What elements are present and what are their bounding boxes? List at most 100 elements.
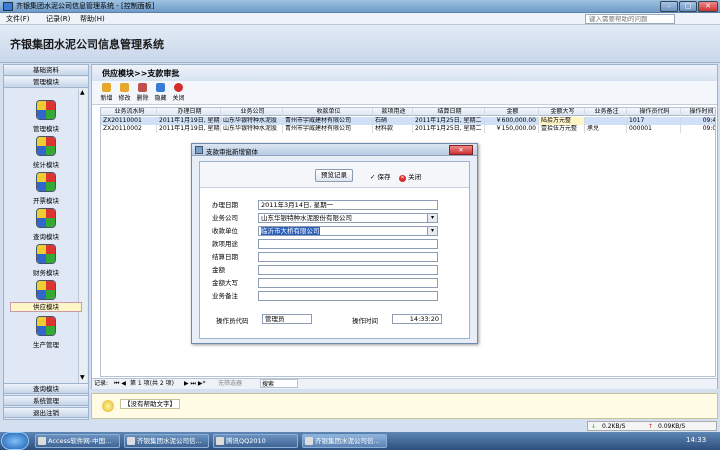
preview-records-button[interactable]: 预览记录 xyxy=(315,169,353,182)
start-button[interactable] xyxy=(2,433,28,449)
dialog-title: 支款审批新增窗体 xyxy=(206,148,258,156)
grid-header: 业务流水码 办理日期 业务公司 收款单位 款项用途 结算日期 金额 金额大写 业… xyxy=(101,108,715,116)
scroll-down-icon[interactable]: ▼ xyxy=(80,375,86,381)
amount-words-input[interactable] xyxy=(258,278,438,288)
sidebar-item-label: 财务模块 xyxy=(33,269,59,277)
column-header[interactable]: 办理日期 xyxy=(157,108,221,116)
operation-time-input[interactable]: 14:33:20 xyxy=(392,314,442,324)
column-header[interactable]: 业务流水码 xyxy=(101,108,157,116)
add-button[interactable]: 新增 xyxy=(98,83,115,102)
amount-input[interactable] xyxy=(258,265,438,275)
download-speed: 0.2KB/S xyxy=(602,423,626,430)
sidebar-header-logout[interactable]: 退出注销 xyxy=(3,407,89,418)
save-button[interactable]: ✓ 保存 xyxy=(370,171,391,181)
table-cell[interactable]: 青州市宇威建材有限公司 xyxy=(283,125,373,133)
table-cell[interactable] xyxy=(585,117,627,125)
filter-indicator[interactable]: 无筛选器 xyxy=(218,379,242,389)
column-header[interactable]: 金额 xyxy=(485,108,539,116)
table-row[interactable]: ZX20110002 2011年1月19日, 星期三 山东华银特种水泥股 青州市… xyxy=(101,125,715,133)
field-label: 办理日期 xyxy=(212,201,238,209)
table-cell[interactable]: 2011年1月19日, 星期三 xyxy=(157,125,221,133)
sidebar-header-management[interactable]: 管理模块 xyxy=(4,77,88,88)
menu-record[interactable]: 记录(R) xyxy=(46,14,70,24)
sidebar-item-supply[interactable]: 供应模块 xyxy=(4,279,88,319)
sidebar-item-statistics[interactable]: 统计模块 xyxy=(4,135,88,175)
scroll-up-icon[interactable]: ▲ xyxy=(80,90,86,96)
table-cell[interactable]: 09:06 xyxy=(681,125,715,133)
table-cell[interactable]: 山东华银特种水泥股 xyxy=(221,117,283,125)
task-qq[interactable]: 腾讯QQ2010 xyxy=(213,434,298,448)
menu-file[interactable]: 文件(F) xyxy=(6,14,30,24)
next-record-icon[interactable]: ▶ ⏭ ▶* xyxy=(184,379,205,389)
table-cell[interactable]: 000001 xyxy=(627,125,681,133)
sidebar-header-query[interactable]: 查询模块 xyxy=(3,383,89,394)
table-cell[interactable]: 2011年1月25日, 星期二 xyxy=(413,117,485,125)
table-cell[interactable]: 山东华银特种水泥股 xyxy=(221,125,283,133)
table-cell[interactable]: ZX20110002 xyxy=(101,125,157,133)
sidebar-item-invoice[interactable]: 开票模块 xyxy=(4,171,88,211)
payee-value: 临沂市大桥有限公司 xyxy=(261,227,320,235)
hide-button[interactable]: 隐藏 xyxy=(152,83,169,102)
sidebar-item-production[interactable]: 生产管理 xyxy=(4,315,88,355)
close-form-button[interactable]: 关闭 xyxy=(170,83,187,102)
column-header[interactable]: 业务公司 xyxy=(221,108,283,116)
table-cell[interactable]: 承兑 xyxy=(585,125,627,133)
table-cell[interactable]: ￥600,000.00 xyxy=(485,117,539,125)
task-app-1[interactable]: 齐银集团水泥公司信... xyxy=(124,434,209,448)
sidebar-item-query[interactable]: 查询模块 xyxy=(4,207,88,247)
table-cell[interactable]: 1017 xyxy=(627,117,681,125)
menu-help[interactable]: 帮助(H) xyxy=(80,14,105,24)
sidebar-item-finance[interactable]: 财务模块 xyxy=(4,243,88,283)
edit-button[interactable]: 修改 xyxy=(116,83,133,102)
table-cell[interactable]: 青州市宇威建材有限公司 xyxy=(283,117,373,125)
table-cell[interactable]: 2011年1月19日, 星期三 xyxy=(157,117,221,125)
remarks-input[interactable] xyxy=(258,291,438,301)
task-label: 齐银集团水泥公司信... xyxy=(137,437,202,445)
table-cell[interactable]: 陆拾万元整 xyxy=(539,117,585,125)
column-header[interactable]: 结算日期 xyxy=(413,108,485,116)
table-cell[interactable]: 2011年1月25日, 星期二 xyxy=(413,125,485,133)
column-header[interactable]: 款项用途 xyxy=(373,108,413,116)
settlement-date-input[interactable] xyxy=(258,252,438,262)
record-position[interactable]: 第 1 项(共 2 项) xyxy=(130,379,174,389)
add-label: 新增 xyxy=(100,95,113,102)
close-button[interactable]: ✕ xyxy=(698,1,718,12)
handle-date-input[interactable]: 2011年3月14日, 星期一 xyxy=(258,200,438,210)
table-cell[interactable]: 壹拾伍万元整 xyxy=(539,125,585,133)
dialog-toolbar: 预览记录 ✓ 保存 ✕ 关闭 xyxy=(200,162,469,188)
business-company-select[interactable]: 山东华银特种水泥股份有限公司 xyxy=(258,213,438,223)
sidebar-header-system[interactable]: 系统管理 xyxy=(3,395,89,406)
save-label: 保存 xyxy=(377,173,391,181)
column-header[interactable]: 操作时间 xyxy=(681,108,715,116)
maximize-button[interactable]: □ xyxy=(679,1,697,12)
clock[interactable]: 14:33 xyxy=(686,436,706,444)
field-label: 收款单位 xyxy=(212,227,238,235)
table-cell[interactable]: ZX20110001 xyxy=(101,117,157,125)
payment-purpose-input[interactable] xyxy=(258,239,438,249)
first-record-icon[interactable]: ⏮ ◀ xyxy=(114,379,126,389)
sidebar-item-management[interactable]: 管理模块 xyxy=(4,99,88,139)
window-title: 齐银集团水泥公司信息管理系统 - [控制面板] xyxy=(16,2,155,10)
delete-button[interactable]: 删除 xyxy=(134,83,151,102)
sidebar-header-basic[interactable]: 基础资料 xyxy=(4,65,88,76)
table-cell[interactable]: 09:42 xyxy=(681,117,715,125)
payee-select[interactable]: 临沂市大桥有限公司 xyxy=(258,226,438,236)
upload-speed: 0.09KB/S xyxy=(658,423,686,430)
operator-input[interactable]: 管理员 xyxy=(262,314,312,324)
table-row[interactable]: ZX20110001 2011年1月19日, 星期三 山东华银特种水泥股 青州市… xyxy=(101,117,715,125)
task-access[interactable]: Access软件网-中国... xyxy=(35,434,120,448)
access-icon xyxy=(127,437,135,445)
task-app-2[interactable]: 齐银集团水泥公司信... xyxy=(302,434,387,448)
help-search-input[interactable]: 键入需要帮助的问题 xyxy=(585,14,675,24)
column-header[interactable]: 业务备注 xyxy=(585,108,627,116)
table-cell[interactable]: 材料款 xyxy=(373,125,413,133)
table-cell[interactable]: ￥150,000.00 xyxy=(485,125,539,133)
search-box[interactable]: 搜索 xyxy=(260,379,298,388)
dialog-close-button[interactable]: ✕ xyxy=(449,145,473,155)
minimize-button[interactable]: – xyxy=(660,1,678,12)
column-header[interactable]: 金额大写 xyxy=(539,108,585,116)
table-cell[interactable]: 石硝 xyxy=(373,117,413,125)
dialog-close-btn[interactable]: ✕ 关闭 xyxy=(399,171,421,182)
column-header[interactable]: 操作员代码 xyxy=(627,108,681,116)
column-header[interactable]: 收款单位 xyxy=(283,108,373,116)
